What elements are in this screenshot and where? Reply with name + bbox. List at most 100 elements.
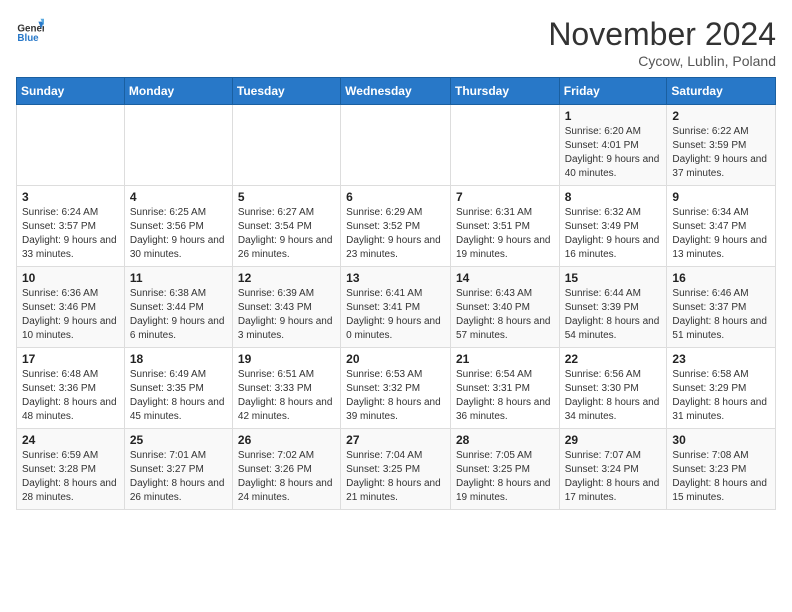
- day-number: 5: [238, 190, 335, 204]
- day-info: Sunrise: 6:29 AM Sunset: 3:52 PM Dayligh…: [346, 206, 445, 262]
- weekday-header-monday: Monday: [124, 78, 232, 105]
- calendar-cell: 17Sunrise: 6:48 AM Sunset: 3:36 PM Dayli…: [17, 348, 125, 429]
- weekday-header-saturday: Saturday: [667, 78, 776, 105]
- calendar-cell: [341, 105, 451, 186]
- calendar-cell: [17, 105, 125, 186]
- day-number: 21: [456, 352, 554, 366]
- day-info: Sunrise: 6:54 AM Sunset: 3:31 PM Dayligh…: [456, 368, 554, 424]
- logo-icon: General Blue: [16, 16, 44, 44]
- calendar-cell: 18Sunrise: 6:49 AM Sunset: 3:35 PM Dayli…: [124, 348, 232, 429]
- day-number: 29: [565, 433, 662, 447]
- calendar-cell: 3 Sunrise: 6:24 AM Sunset: 3:57 PM Daylig…: [17, 186, 125, 267]
- day-info: Sunrise: 6:58 AM Sunset: 3:29 PM Dayligh…: [672, 368, 770, 424]
- day-info: Sunrise: 6:25 AM Sunset: 3:56 PM Dayligh…: [130, 206, 227, 262]
- title-area: November 2024 Cycow, Lublin, Poland: [548, 16, 776, 69]
- calendar-cell: 13 Sunrise: 6:41 AM Sunset: 3:41 PM Dayli…: [341, 267, 451, 348]
- calendar-cell: 23 Sunrise: 6:58 AM Sunset: 3:29 PM Dayli…: [667, 348, 776, 429]
- weekday-header-row: SundayMondayTuesdayWednesdayThursdayFrid…: [17, 78, 776, 105]
- calendar-cell: 15Sunrise: 6:44 AM Sunset: 3:39 PM Dayli…: [559, 267, 667, 348]
- calendar-cell: 16 Sunrise: 6:46 AM Sunset: 3:37 PM Dayli…: [667, 267, 776, 348]
- day-number: 25: [130, 433, 227, 447]
- calendar-cell: 6 Sunrise: 6:29 AM Sunset: 3:52 PM Daylig…: [341, 186, 451, 267]
- weekday-header-friday: Friday: [559, 78, 667, 105]
- day-number: 2: [672, 109, 770, 123]
- day-info: Sunrise: 6:36 AM Sunset: 3:46 PM Dayligh…: [22, 287, 119, 343]
- day-info: Sunrise: 6:51 AM Sunset: 3:33 PM Dayligh…: [238, 368, 335, 424]
- day-info: Sunrise: 6:53 AM Sunset: 3:32 PM Dayligh…: [346, 368, 445, 424]
- calendar-cell: 9 Sunrise: 6:34 AM Sunset: 3:47 PM Daylig…: [667, 186, 776, 267]
- day-info: Sunrise: 6:44 AM Sunset: 3:39 PM Dayligh…: [565, 287, 662, 343]
- day-number: 28: [456, 433, 554, 447]
- calendar-cell: 29 Sunrise: 7:07 AM Sunset: 3:24 PM Dayli…: [559, 429, 667, 510]
- day-number: 8: [565, 190, 662, 204]
- weekday-header-tuesday: Tuesday: [232, 78, 340, 105]
- calendar-cell: 12 Sunrise: 6:39 AM Sunset: 3:43 PM Dayli…: [232, 267, 340, 348]
- day-number: 16: [672, 271, 770, 285]
- day-info: Sunrise: 6:20 AM Sunset: 4:01 PM Dayligh…: [565, 125, 662, 181]
- day-number: 12: [238, 271, 335, 285]
- calendar-week-row: 3 Sunrise: 6:24 AM Sunset: 3:57 PM Daylig…: [17, 186, 776, 267]
- day-info: Sunrise: 6:24 AM Sunset: 3:57 PM Dayligh…: [22, 206, 119, 262]
- page-header: General Blue November 2024 Cycow, Lublin…: [16, 16, 776, 69]
- day-number: 6: [346, 190, 445, 204]
- day-info: Sunrise: 6:32 AM Sunset: 3:49 PM Dayligh…: [565, 206, 662, 262]
- day-number: 27: [346, 433, 445, 447]
- calendar-cell: 19 Sunrise: 6:51 AM Sunset: 3:33 PM Dayli…: [232, 348, 340, 429]
- day-info: Sunrise: 7:08 AM Sunset: 3:23 PM Dayligh…: [672, 449, 770, 505]
- day-info: Sunrise: 6:56 AM Sunset: 3:30 PM Dayligh…: [565, 368, 662, 424]
- day-number: 14: [456, 271, 554, 285]
- day-info: Sunrise: 7:07 AM Sunset: 3:24 PM Dayligh…: [565, 449, 662, 505]
- day-info: Sunrise: 6:27 AM Sunset: 3:54 PM Dayligh…: [238, 206, 335, 262]
- weekday-header-sunday: Sunday: [17, 78, 125, 105]
- weekday-header-thursday: Thursday: [450, 78, 559, 105]
- day-info: Sunrise: 6:22 AM Sunset: 3:59 PM Dayligh…: [672, 125, 770, 181]
- day-number: 13: [346, 271, 445, 285]
- calendar-cell: 30 Sunrise: 7:08 AM Sunset: 3:23 PM Dayli…: [667, 429, 776, 510]
- calendar-week-row: 24 Sunrise: 6:59 AM Sunset: 3:28 PM Dayli…: [17, 429, 776, 510]
- day-number: 22: [565, 352, 662, 366]
- day-number: 9: [672, 190, 770, 204]
- day-number: 24: [22, 433, 119, 447]
- calendar-table: SundayMondayTuesdayWednesdayThursdayFrid…: [16, 77, 776, 510]
- calendar-cell: 8 Sunrise: 6:32 AM Sunset: 3:49 PM Daylig…: [559, 186, 667, 267]
- calendar-week-row: 1 Sunrise: 6:20 AM Sunset: 4:01 PM Daylig…: [17, 105, 776, 186]
- day-info: Sunrise: 6:34 AM Sunset: 3:47 PM Dayligh…: [672, 206, 770, 262]
- day-number: 11: [130, 271, 227, 285]
- calendar-cell: 22 Sunrise: 6:56 AM Sunset: 3:30 PM Dayli…: [559, 348, 667, 429]
- calendar-cell: 24 Sunrise: 6:59 AM Sunset: 3:28 PM Dayli…: [17, 429, 125, 510]
- day-number: 19: [238, 352, 335, 366]
- calendar-cell: [450, 105, 559, 186]
- calendar-cell: 25Sunrise: 7:01 AM Sunset: 3:27 PM Dayli…: [124, 429, 232, 510]
- day-info: Sunrise: 6:41 AM Sunset: 3:41 PM Dayligh…: [346, 287, 445, 343]
- day-number: 10: [22, 271, 119, 285]
- day-number: 18: [130, 352, 227, 366]
- day-info: Sunrise: 6:59 AM Sunset: 3:28 PM Dayligh…: [22, 449, 119, 505]
- calendar-cell: 26Sunrise: 7:02 AM Sunset: 3:26 PM Dayli…: [232, 429, 340, 510]
- day-number: 17: [22, 352, 119, 366]
- day-info: Sunrise: 6:46 AM Sunset: 3:37 PM Dayligh…: [672, 287, 770, 343]
- day-number: 3: [22, 190, 119, 204]
- calendar-cell: [232, 105, 340, 186]
- day-number: 23: [672, 352, 770, 366]
- calendar-cell: 2 Sunrise: 6:22 AM Sunset: 3:59 PM Daylig…: [667, 105, 776, 186]
- day-number: 30: [672, 433, 770, 447]
- svg-text:Blue: Blue: [17, 33, 39, 44]
- calendar-week-row: 10 Sunrise: 6:36 AM Sunset: 3:46 PM Dayli…: [17, 267, 776, 348]
- calendar-cell: 5 Sunrise: 6:27 AM Sunset: 3:54 PM Daylig…: [232, 186, 340, 267]
- weekday-header-wednesday: Wednesday: [341, 78, 451, 105]
- day-info: Sunrise: 7:05 AM Sunset: 3:25 PM Dayligh…: [456, 449, 554, 505]
- calendar-cell: 7Sunrise: 6:31 AM Sunset: 3:51 PM Daylig…: [450, 186, 559, 267]
- calendar-cell: 14Sunrise: 6:43 AM Sunset: 3:40 PM Dayli…: [450, 267, 559, 348]
- calendar-cell: 27 Sunrise: 7:04 AM Sunset: 3:25 PM Dayli…: [341, 429, 451, 510]
- day-info: Sunrise: 6:38 AM Sunset: 3:44 PM Dayligh…: [130, 287, 227, 343]
- day-number: 26: [238, 433, 335, 447]
- day-info: Sunrise: 6:31 AM Sunset: 3:51 PM Dayligh…: [456, 206, 554, 262]
- location-title: Cycow, Lublin, Poland: [548, 53, 776, 69]
- day-info: Sunrise: 7:04 AM Sunset: 3:25 PM Dayligh…: [346, 449, 445, 505]
- day-number: 4: [130, 190, 227, 204]
- day-number: 1: [565, 109, 662, 123]
- day-info: Sunrise: 6:39 AM Sunset: 3:43 PM Dayligh…: [238, 287, 335, 343]
- calendar-week-row: 17Sunrise: 6:48 AM Sunset: 3:36 PM Dayli…: [17, 348, 776, 429]
- day-number: 20: [346, 352, 445, 366]
- calendar-cell: 11 Sunrise: 6:38 AM Sunset: 3:44 PM Dayli…: [124, 267, 232, 348]
